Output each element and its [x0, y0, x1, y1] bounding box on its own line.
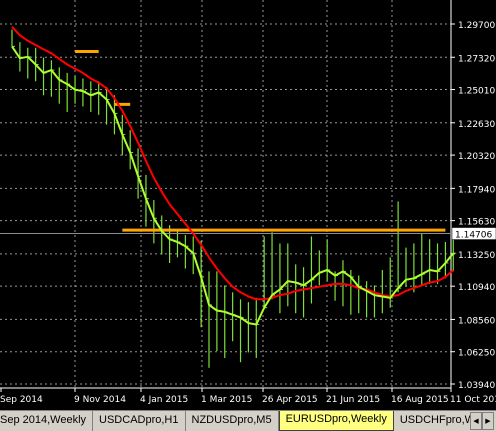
bid-price-label: 1.14706 [455, 231, 492, 241]
price-tick-label: 1.25010 [458, 87, 495, 97]
time-tick-label: 1 Mar 2015 [201, 395, 252, 405]
time-tick-label: 9 Nov 2014 [74, 395, 126, 405]
price-tick-label: 1.15630 [458, 218, 495, 228]
chart-canvas[interactable]: 1.29700 1.27320 1.25010 1.22630 1.20320 1.179… [0, 0, 496, 410]
price-tick-label: 1.22630 [458, 120, 495, 130]
fast-moving-average-line [11, 45, 455, 326]
time-tick-label: 11 Oct 2015 [450, 395, 496, 405]
slow-moving-average-line [11, 26, 454, 301]
price-chart[interactable]: 1.29700 1.27320 1.25010 1.22630 1.20320 1.179… [0, 0, 496, 410]
chart-tab-bar: Sep 2014,Weekly USDCADpro,H1 NZDUSDpro,M… [0, 410, 496, 431]
time-tick-label: 4 Jan 2015 [140, 395, 188, 405]
time-tick-label: 21 Jun 2015 [326, 395, 380, 405]
time-tick-label: 26 Apr 2015 [262, 395, 318, 405]
price-tick-label: 1.03940 [458, 381, 495, 391]
price-tick-label: 1.20320 [458, 152, 495, 162]
tab-eurusd-weekly[interactable]: EURUSDpro,Weekly [278, 411, 394, 431]
price-tick-label: 1.06250 [458, 349, 495, 359]
time-tick-label: 16 Aug 2015 [391, 395, 449, 405]
price-tick-label: 1.29700 [458, 21, 495, 31]
price-tick-label: 1.10940 [458, 283, 495, 293]
price-tick-label: 1.13250 [458, 251, 495, 261]
price-tick-label: 1.17940 [458, 185, 495, 195]
tab-prev-chart[interactable]: Sep 2014,Weekly [0, 411, 94, 431]
time-tick-label: Sep 2014 [0, 395, 43, 405]
tab-nzdusd-m5[interactable]: NZDUSDpro,M5 [186, 411, 279, 431]
scroll-right-icon[interactable]: ▶ [482, 412, 494, 430]
price-tick-label: 1.08560 [458, 316, 495, 326]
scroll-left-icon[interactable]: ◀ [470, 412, 482, 430]
tab-usdcad-h1[interactable]: USDCADpro,H1 [93, 411, 186, 431]
tab-scroll-controls: ◀ ▶ [470, 411, 496, 431]
price-tick-label: 1.27320 [458, 54, 495, 64]
